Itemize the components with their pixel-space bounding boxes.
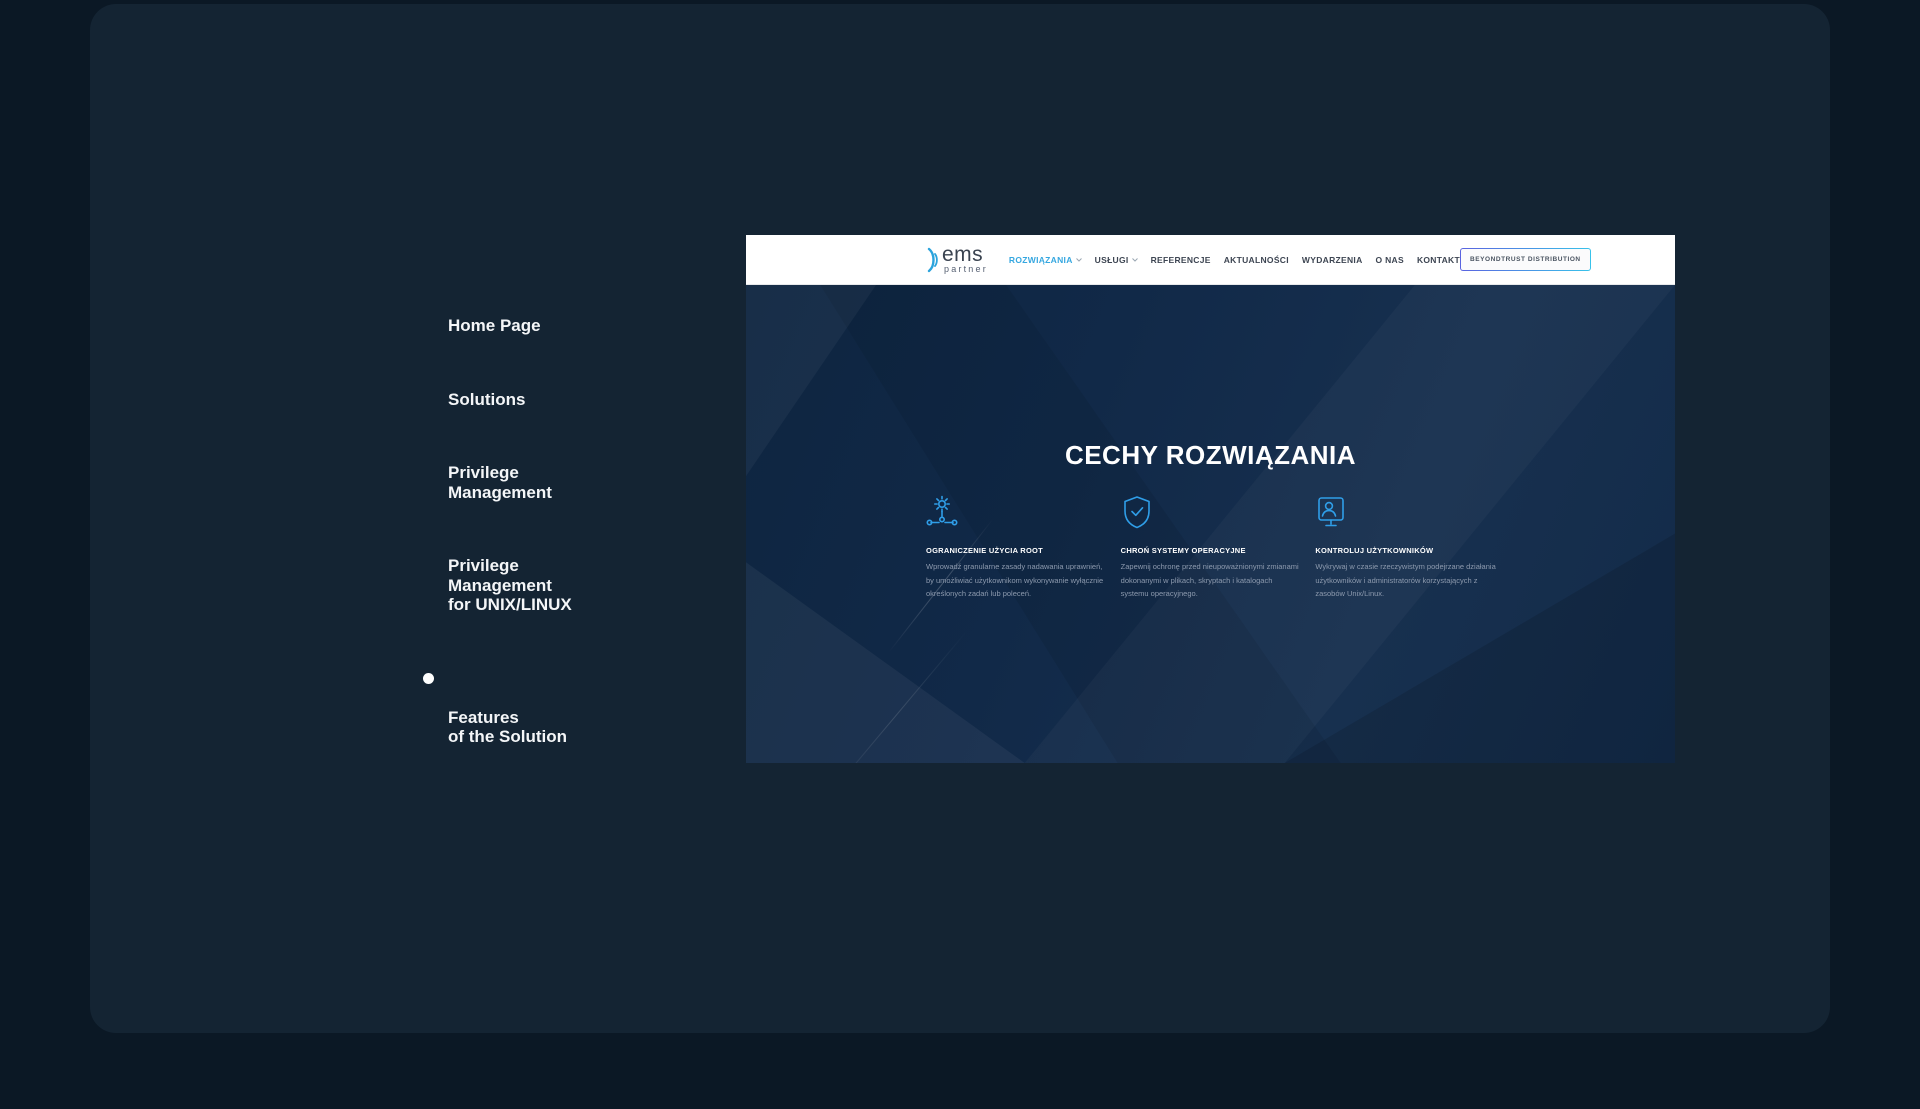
feature-chron-systemy-operacyjne: CHROŃ SYSTEMY OPERACYJNE Zapewnij ochron… <box>1121 495 1310 601</box>
feature-title: OGRANICZENIE UŻYCIA ROOT <box>926 546 1115 555</box>
section-sidebar: Home Page Solutions Privilege Management… <box>448 316 572 747</box>
feature-body: Zapewnij ochronę przed nieupoważnionymi … <box>1121 560 1302 601</box>
sidebar-item-features-of-the-solution[interactable]: Features of the Solution <box>448 669 572 747</box>
site-main-nav: ROZWIĄZANIA USŁUGI REFERENCJE AKTUALNOŚC… <box>1009 255 1460 265</box>
nav-item-uslugi[interactable]: USŁUGI <box>1095 255 1138 265</box>
chevron-down-icon <box>1132 258 1138 262</box>
sidebar-item-privilege-management-unix-linux[interactable]: Privilege Management for UNIX/LINUX <box>448 556 572 615</box>
beyondtrust-distribution-button[interactable]: BEYONDTRUST DISTRIBUTION <box>1460 248 1591 271</box>
nav-item-kontakt[interactable]: KONTAKT <box>1417 255 1460 265</box>
nav-item-wydarzenia[interactable]: WYDARZENIA <box>1302 255 1363 265</box>
shield-check-icon <box>1121 495 1153 529</box>
logo-text: ems <box>942 245 988 264</box>
feature-title: CHROŃ SYSTEMY OPERACYJNE <box>1121 546 1310 555</box>
logo-subtext: partner <box>942 264 988 274</box>
nav-item-label: USŁUGI <box>1095 255 1129 265</box>
nav-item-o-nas[interactable]: O NAS <box>1376 255 1404 265</box>
hero-section: CECHY ROZWIĄZANIA OGRANICZENIE UŻYCIA RO… <box>746 285 1675 763</box>
beyondtrust-distribution-button-label: BEYONDTRUST DISTRIBUTION <box>1461 249 1590 270</box>
website-screenshot: ems partner ROZWIĄZANIA USŁUGI R <box>746 235 1675 764</box>
nav-item-referencje[interactable]: REFERENCJE <box>1151 255 1211 265</box>
feature-title: KONTROLUJ UŻYTKOWNIKÓW <box>1315 546 1504 555</box>
hero-title: CECHY ROZWIĄZANIA <box>746 440 1675 471</box>
sidebar-item-privilege-management[interactable]: Privilege Management <box>448 463 572 502</box>
content-card: Home Page Solutions Privilege Management… <box>90 4 1830 1033</box>
features-row: OGRANICZENIE UŻYCIA ROOT Wprowadź granul… <box>926 495 1504 601</box>
active-bullet-icon <box>423 673 434 684</box>
nav-item-label: ROZWIĄZANIA <box>1009 255 1073 265</box>
chevron-down-icon <box>1076 258 1082 262</box>
logo-arc-icon <box>926 245 939 275</box>
nav-item-rozwiazania[interactable]: ROZWIĄZANIA <box>1009 255 1082 265</box>
ems-partner-logo[interactable]: ems partner <box>926 245 988 275</box>
nav-item-aktualnosci[interactable]: AKTUALNOŚCI <box>1224 255 1289 265</box>
feature-ograniczenie-uzycia-root: OGRANICZENIE UŻYCIA ROOT Wprowadź granul… <box>926 495 1115 601</box>
site-header: ems partner ROZWIĄZANIA USŁUGI R <box>746 235 1675 285</box>
feature-body: Wykrywaj w czasie rzeczywistym podejrzan… <box>1315 560 1496 601</box>
user-monitor-icon <box>1315 495 1347 529</box>
feature-body: Wprowadź granularne zasady nadawania upr… <box>926 560 1107 601</box>
sidebar-item-solutions[interactable]: Solutions <box>448 390 572 410</box>
sidebar-item-label: Features of the Solution <box>448 708 567 747</box>
gear-network-icon <box>926 495 958 529</box>
feature-kontroluj-uzytkownikow: KONTROLUJ UŻYTKOWNIKÓW Wykrywaj w czasie… <box>1315 495 1504 601</box>
sidebar-item-home-page[interactable]: Home Page <box>448 316 572 336</box>
